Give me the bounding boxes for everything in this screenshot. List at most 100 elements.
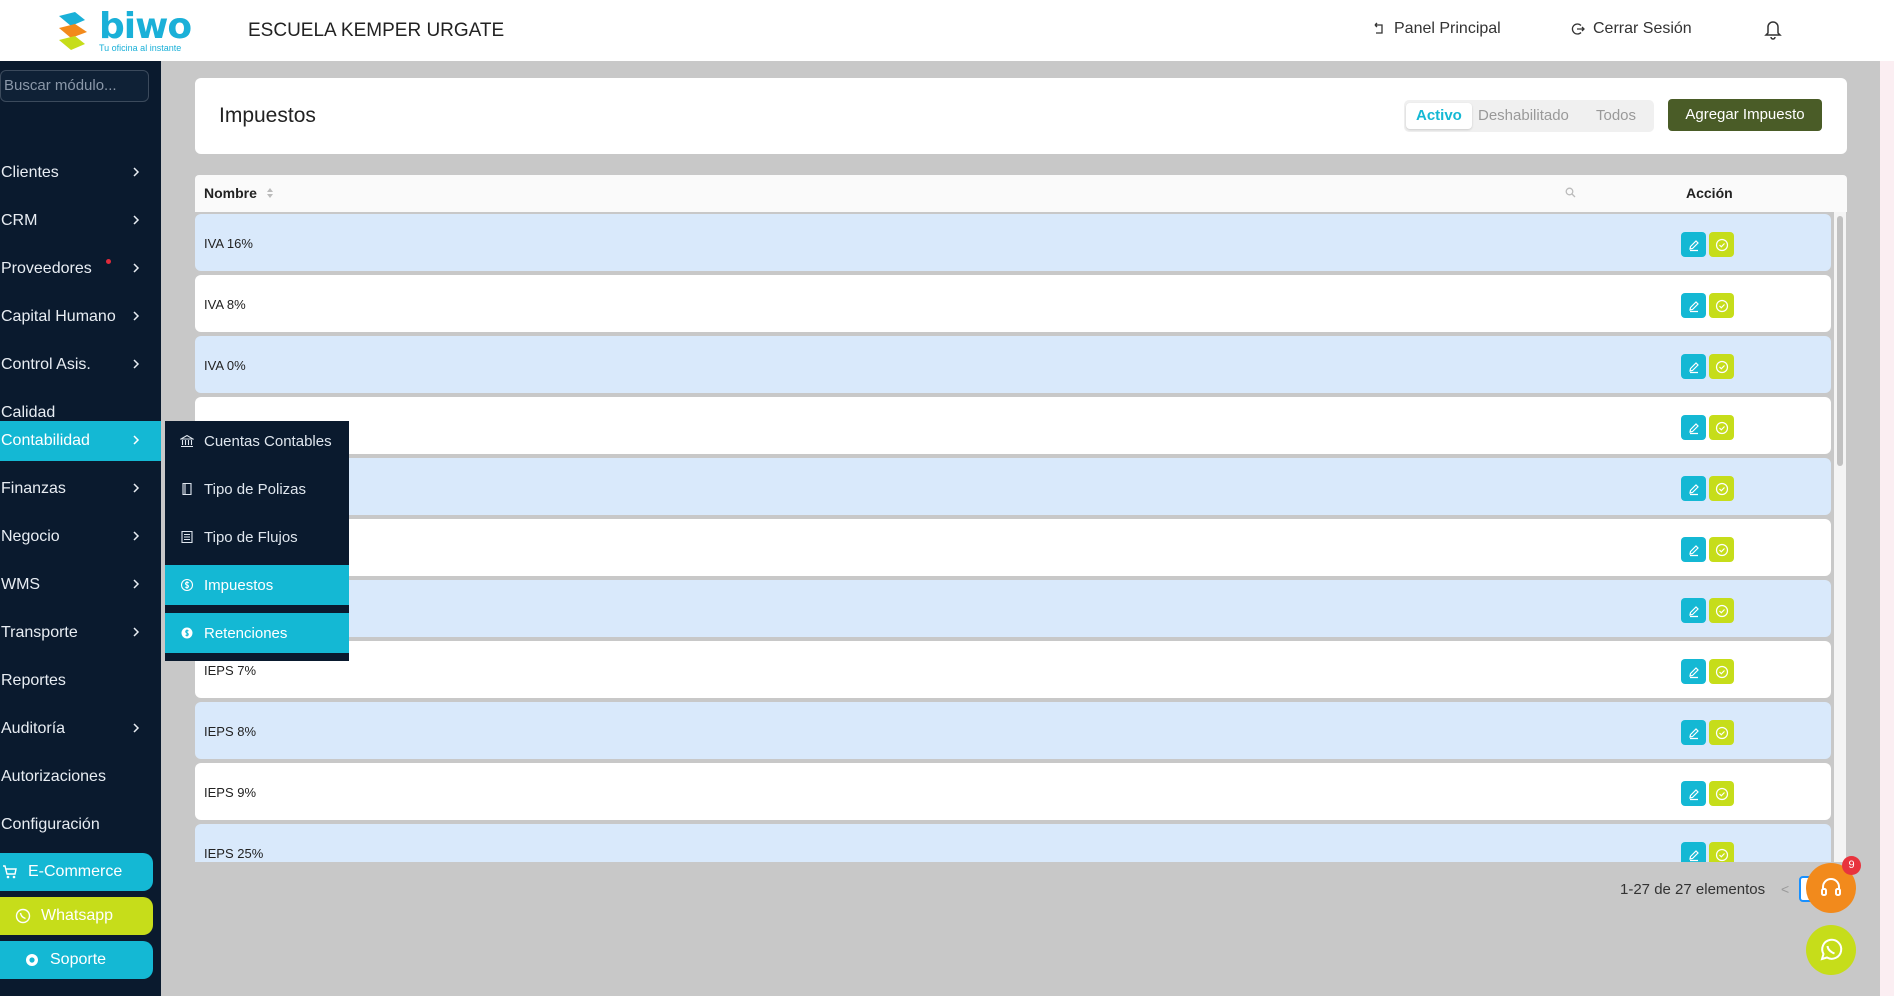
sidebar-item-contabilidad[interactable]: Contabilidad	[0, 421, 161, 461]
sidebar-item-label: Configuración	[1, 816, 100, 833]
submenu-item-impuestos[interactable]: Impuestos	[165, 565, 349, 605]
submenu-item-cuentas-contables[interactable]: Cuentas Contables	[165, 421, 349, 461]
chevron-right-icon	[133, 167, 140, 177]
logout-label: Cerrar Sesión	[1593, 20, 1692, 37]
sidebar-item-transporte[interactable]: Transporte	[0, 613, 161, 653]
biwo-logo-icon	[59, 12, 87, 50]
sort-icon[interactable]	[266, 187, 274, 199]
filter-deshabilitado[interactable]: Deshabilitado	[1468, 103, 1579, 129]
table-row: IEPS 25%	[195, 824, 1831, 862]
submenu-item-label: Retenciones	[204, 624, 288, 642]
row-name: IVA 0%	[204, 358, 246, 373]
sidebar-item-autorizaciones[interactable]: Autorizaciones	[0, 757, 161, 797]
sidebar-item-clientes[interactable]: Clientes	[0, 153, 161, 193]
sidebar-item-negocio[interactable]: Negocio	[0, 517, 161, 557]
edit-button[interactable]	[1681, 598, 1706, 623]
contabilidad-submenu: Cuentas Contables Tipo de Polizas Tipo d…	[165, 421, 349, 661]
support-icon	[26, 954, 38, 966]
toggle-status-button[interactable]	[1709, 781, 1734, 806]
soporte-button[interactable]: Soporte	[0, 941, 153, 979]
status-filter: Activo Deshabilitado Todos	[1404, 100, 1654, 132]
whatsapp-icon	[15, 908, 31, 924]
pagination-prev-icon[interactable]: <	[1781, 881, 1789, 897]
edit-button[interactable]	[1681, 842, 1706, 862]
edit-icon	[1688, 849, 1699, 861]
bell-icon[interactable]	[1763, 18, 1783, 40]
filter-todos[interactable]: Todos	[1586, 103, 1646, 129]
edit-button[interactable]	[1681, 293, 1706, 318]
sidebar-item-configuracion[interactable]: Configuración	[0, 805, 161, 845]
ecommerce-button[interactable]: E-Commerce	[0, 853, 153, 891]
sidebar-item-label: Autorizaciones	[1, 768, 106, 785]
submenu-item-label: Tipo de Polizas	[204, 480, 306, 498]
submenu-item-tipo-flujos[interactable]: Tipo de Flujos	[165, 517, 349, 557]
bank-icon	[180, 434, 194, 448]
sidebar-item-wms[interactable]: WMS	[0, 565, 161, 605]
whatsapp-button[interactable]: Whatsapp	[0, 897, 153, 935]
table-scrollbar[interactable]	[1834, 212, 1846, 862]
book-icon	[182, 482, 192, 496]
toggle-status-button[interactable]	[1709, 354, 1734, 379]
table-row	[195, 580, 1831, 637]
brand-logo[interactable]: biwo Tu oficina al instante	[55, 6, 195, 54]
table-row	[195, 397, 1831, 454]
table-row: IVA 8%	[195, 275, 1831, 332]
toggle-status-button[interactable]	[1709, 720, 1734, 745]
edit-button[interactable]	[1681, 720, 1706, 745]
toggle-status-button[interactable]	[1709, 598, 1734, 623]
sidebar-item-crm[interactable]: CRM	[0, 201, 161, 241]
row-name: IEPS 7%	[204, 663, 257, 678]
search-icon[interactable]	[1565, 187, 1576, 198]
sidebar-item-label: Control Asis.	[1, 356, 91, 373]
sidebar-item-capital-humano[interactable]: Capital Humano	[0, 297, 161, 337]
page-title: Impuestos	[219, 104, 316, 127]
module-search-input[interactable]: Buscar módulo...	[0, 70, 149, 102]
toggle-status-button[interactable]	[1709, 659, 1734, 684]
submenu-item-label: Impuestos	[204, 576, 274, 594]
toggle-status-button[interactable]	[1709, 476, 1734, 501]
edit-button[interactable]	[1681, 232, 1706, 257]
edit-button[interactable]	[1681, 354, 1706, 379]
edit-button[interactable]	[1681, 415, 1706, 440]
toggle-status-button[interactable]	[1709, 232, 1734, 257]
filter-activo[interactable]: Activo	[1406, 103, 1472, 129]
notification-dot	[106, 259, 111, 264]
add-impuesto-button[interactable]: Agregar Impuesto	[1668, 99, 1822, 131]
sidebar-item-label: CRM	[1, 212, 38, 229]
logout-link[interactable]: Cerrar Sesión	[1571, 20, 1692, 38]
submenu-item-label: Cuentas Contables	[204, 432, 332, 450]
toggle-status-button[interactable]	[1709, 293, 1734, 318]
table-row: IEPS 7%	[195, 641, 1831, 698]
sidebar-item-label: Reportes	[1, 672, 66, 689]
chevron-right-icon	[133, 483, 140, 493]
scrollbar-thumb[interactable]	[1837, 216, 1843, 466]
check-circle-icon	[1715, 787, 1728, 800]
column-accion: Acción	[1686, 185, 1733, 201]
row-name: IVA 8%	[204, 297, 246, 312]
toggle-status-button[interactable]	[1709, 537, 1734, 562]
submenu-item-tipo-polizas[interactable]: Tipo de Polizas	[165, 469, 349, 509]
sidebar-item-reportes[interactable]: Reportes	[0, 661, 161, 701]
soporte-label: Soporte	[50, 951, 107, 968]
sidebar-item-finanzas[interactable]: Finanzas	[0, 469, 161, 509]
edit-button[interactable]	[1681, 781, 1706, 806]
toggle-status-button[interactable]	[1709, 842, 1734, 862]
row-name: IEPS 8%	[204, 724, 257, 739]
brand-tagline: Tu oficina al instante	[99, 43, 182, 53]
panel-principal-link[interactable]: Panel Principal	[1372, 20, 1501, 38]
submenu-item-retenciones[interactable]: Retenciones	[165, 613, 349, 653]
sidebar-item-proveedores[interactable]: Proveedores	[0, 249, 161, 289]
dollar-circle-icon	[180, 578, 194, 592]
check-circle-icon	[1715, 543, 1728, 556]
whatsapp-fab-button[interactable]	[1806, 925, 1856, 975]
sidebar-item-auditoria[interactable]: Auditoría	[0, 709, 161, 749]
sidebar-item-control-asis[interactable]: Control Asis.	[0, 345, 161, 385]
edit-button[interactable]	[1681, 537, 1706, 562]
column-nombre[interactable]: Nombre	[204, 185, 274, 201]
submenu-item-label: Tipo de Flujos	[204, 528, 298, 546]
edit-button[interactable]	[1681, 476, 1706, 501]
edit-icon	[1688, 605, 1699, 617]
toggle-status-button[interactable]	[1709, 415, 1734, 440]
edit-button[interactable]	[1681, 659, 1706, 684]
edit-icon	[1688, 727, 1699, 739]
